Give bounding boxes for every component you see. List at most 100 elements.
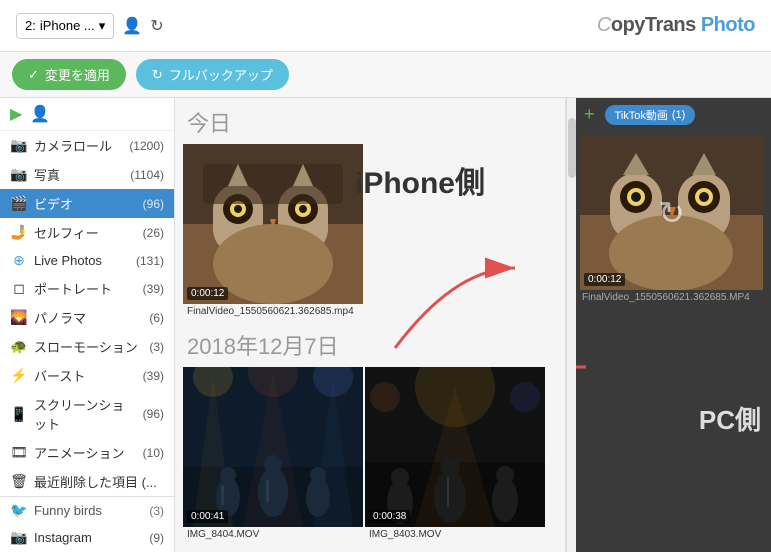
portrait-label: ポートレート: [34, 279, 137, 298]
animation-icon: 🎞: [10, 444, 28, 461]
video-item-1[interactable]: 0:00:12 FinalVideo_1550560621.362685.mp4: [183, 144, 363, 319]
today-videos-row: 0:00:12 FinalVideo_1550560621.362685.mp4: [175, 142, 565, 321]
instagram-count: (9): [149, 531, 164, 545]
slow-motion-count: (3): [149, 340, 164, 354]
sidebar-item-selfie[interactable]: 🤳 セルフィー (26): [0, 218, 174, 247]
owl-thumbnail-image: [183, 144, 363, 304]
sidebar-item-photos[interactable]: 📷 写真 (1104): [0, 160, 174, 189]
screenshot-label: スクリーンショット: [34, 395, 137, 433]
person-button[interactable]: 👤: [122, 16, 142, 36]
device-num: 2:: [25, 18, 36, 33]
burst-icon: ⚡: [10, 367, 28, 384]
video-caption-3: IMG_8403.MOV: [365, 527, 545, 542]
camera-roll-label: カメラロール: [34, 136, 123, 155]
header: 2: iPhone ... ▾ 👤 ↻ CopyTrans Photo: [0, 0, 771, 52]
dropdown-arrow-icon: ▾: [99, 18, 106, 34]
burst-count: (39): [143, 369, 164, 383]
apply-label: 変更を適用: [45, 65, 110, 84]
sidebar-item-recently-deleted[interactable]: 🗑 最近削除した項目 (...: [0, 467, 174, 496]
sidebar-item-videos[interactable]: 🎬 ビデオ (96): [0, 189, 174, 218]
video-item-3[interactable]: 0:00:38 IMG_8403.MOV: [365, 367, 545, 542]
sidebar-item-panorama[interactable]: 🌄 パノラマ (6): [0, 303, 174, 332]
toolbar: ✓ 変更を適用 ↻ フルバックアップ: [0, 52, 771, 98]
videos-label: ビデオ: [34, 194, 137, 213]
panorama-icon: 🌄: [10, 309, 28, 326]
sidebar-item-live-photos[interactable]: ⊕ Live Photos (131): [0, 247, 174, 274]
slow-motion-label: スローモーション: [34, 337, 143, 356]
funny-birds-icon: 🐦: [10, 502, 28, 519]
sidebar-item-slow-motion[interactable]: 🐢 スローモーション (3): [0, 332, 174, 361]
sidebar: ▶ 👤 📷 カメラロール (1200) 📷 写真 (1104) 🎬 ビデオ (9…: [0, 98, 175, 552]
concert-thumb-2[interactable]: 0:00:38: [365, 367, 545, 527]
video-duration-2: 0:00:41: [187, 510, 228, 523]
sidebar-item-burst[interactable]: ⚡ バースト (39): [0, 361, 174, 390]
pc-album-badge[interactable]: TikTok動画 (1): [605, 105, 696, 125]
photos-label: 写真: [34, 165, 124, 184]
owl-video-thumb[interactable]: 0:00:12: [183, 144, 363, 304]
brand-logo: CopyTrans Photo: [597, 14, 755, 37]
videos-icon: 🎬: [10, 195, 28, 212]
sidebar-item-animation[interactable]: 🎞 アニメーション (10): [0, 438, 174, 467]
apply-checkmark-icon: ✓: [28, 67, 39, 83]
scrollbar-thumb[interactable]: [568, 118, 576, 178]
date-heading: 2018年12月7日: [175, 321, 565, 365]
burst-label: バースト: [34, 366, 137, 385]
dec7-videos-row: 0:00:41 IMG_8404.MOV: [175, 365, 565, 544]
backup-button[interactable]: ↻ フルバックアップ: [136, 59, 289, 90]
sidebar-item-funny-birds[interactable]: 🐦 Funny birds (3): [0, 497, 174, 524]
sidebar-play-icon: ▶: [10, 104, 22, 124]
video-duration-1: 0:00:12: [187, 287, 228, 300]
funny-birds-label: Funny birds: [34, 503, 143, 518]
brand-copytrans: opyTrans: [611, 14, 701, 36]
iphone-scrollbar[interactable]: [566, 98, 576, 552]
concert-thumb-1[interactable]: 0:00:41: [183, 367, 363, 527]
sidebar-item-instagram[interactable]: 📷 Instagram (9): [0, 524, 174, 551]
pc-video-item[interactable]: ↻ 0:00:12 FinalVideo_1550560621.362685.M…: [580, 135, 767, 305]
live-photos-label: Live Photos: [34, 253, 130, 268]
header-icons: 👤 ↻: [122, 16, 163, 36]
brand-photo: Photo: [701, 14, 755, 36]
live-photos-count: (131): [136, 254, 164, 268]
header-left: 2: iPhone ... ▾ 👤 ↻: [16, 13, 164, 39]
slow-motion-icon: 🐢: [10, 338, 28, 355]
photos-count: (1104): [130, 168, 164, 182]
screenshot-icon: 📱: [10, 406, 28, 423]
funny-birds-count: (3): [149, 504, 164, 518]
pc-panel-header: + TikTok動画 (1): [576, 98, 771, 131]
backup-label: フルバックアップ: [169, 65, 273, 84]
refresh-button[interactable]: ↻: [150, 16, 163, 36]
backup-refresh-icon: ↻: [152, 67, 163, 83]
photos-icon: 📷: [10, 166, 28, 183]
animation-count: (10): [143, 446, 164, 460]
recently-deleted-icon: 🗑: [10, 473, 28, 490]
sidebar-top: ▶ 👤: [0, 98, 174, 131]
today-heading: 今日: [175, 98, 565, 142]
device-selector[interactable]: 2: iPhone ... ▾: [16, 13, 114, 39]
concert1-thumbnail: [183, 367, 363, 527]
pc-add-button[interactable]: +: [584, 104, 595, 125]
recently-deleted-label: 最近削除した項目 (...: [34, 472, 164, 491]
selfie-icon: 🤳: [10, 224, 28, 241]
live-photos-icon: ⊕: [10, 252, 28, 269]
instagram-label: Instagram: [34, 530, 143, 545]
pc-owl-thumb[interactable]: ↻ 0:00:12: [580, 135, 763, 290]
video-item-2[interactable]: 0:00:41 IMG_8404.MOV: [183, 367, 363, 542]
video-caption-2: IMG_8404.MOV: [183, 527, 363, 542]
pc-side-label: PC側: [699, 400, 761, 437]
pc-refresh-icon: ↻: [658, 194, 685, 232]
screenshot-count: (96): [143, 407, 164, 421]
apply-button[interactable]: ✓ 変更を適用: [12, 59, 126, 90]
video-caption-1: FinalVideo_1550560621.362685.mp4: [183, 304, 363, 319]
sidebar-item-screenshot[interactable]: 📱 スクリーンショット (96): [0, 390, 174, 438]
pc-panel: + TikTok動画 (1) PC側: [576, 98, 771, 552]
sidebar-item-camera-roll[interactable]: 📷 カメラロール (1200): [0, 131, 174, 160]
selfie-label: セルフィー: [34, 223, 137, 242]
main-area: ▶ 👤 📷 カメラロール (1200) 📷 写真 (1104) 🎬 ビデオ (9…: [0, 98, 771, 552]
pc-video-duration: 0:00:12: [584, 273, 625, 286]
pc-video-caption: FinalVideo_1550560621.362685.MP4: [580, 290, 767, 305]
brand-c: C: [597, 14, 611, 36]
portrait-icon: ◻: [10, 280, 28, 297]
videos-count: (96): [143, 197, 164, 211]
pc-album-label: TikTok動画: [615, 107, 668, 123]
sidebar-item-portrait[interactable]: ◻ ポートレート (39): [0, 274, 174, 303]
